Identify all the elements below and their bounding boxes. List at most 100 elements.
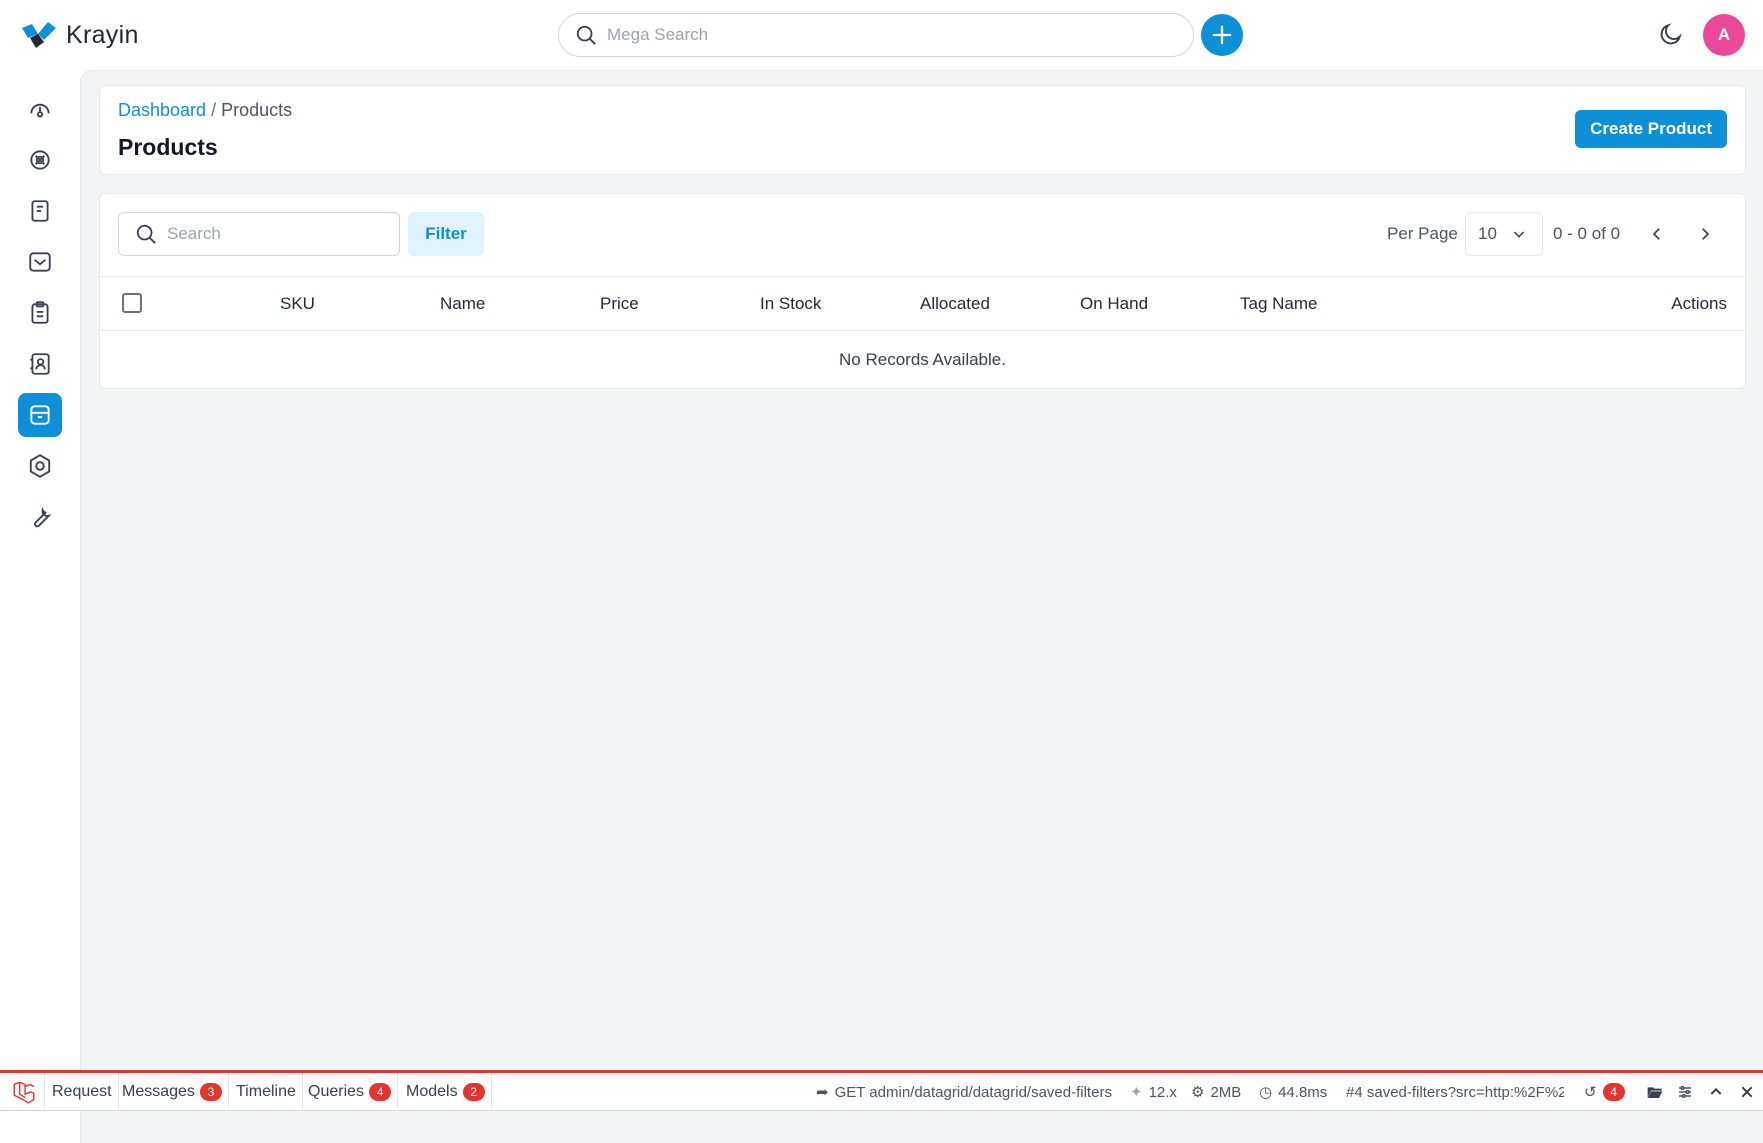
per-page-select[interactable]: 10 — [1465, 212, 1543, 256]
quick-create-button[interactable] — [1201, 14, 1243, 56]
mega-search[interactable] — [558, 13, 1194, 57]
debugbar-history[interactable]: ↺ 4 — [1584, 1073, 1625, 1111]
previous-page-button[interactable] — [1643, 220, 1671, 248]
cogs-icon: ⚙ — [1191, 1084, 1205, 1101]
laravel-icon — [13, 1081, 35, 1104]
close-icon[interactable] — [1738, 1083, 1756, 1101]
folder-open-icon[interactable] — [1646, 1083, 1664, 1101]
debugbar-tab-messages[interactable]: Messages 3 — [116, 1073, 229, 1111]
column-header-allocated[interactable]: Allocated — [920, 294, 990, 314]
column-header-on-hand[interactable]: On Hand — [1080, 294, 1148, 314]
debugbar-tab-label: Models — [406, 1083, 458, 1100]
debugbar-tab-label: Request — [52, 1083, 112, 1100]
sidebar-item-products[interactable] — [18, 393, 62, 437]
breadcrumb-separator: / — [211, 100, 217, 120]
sidebar-item-quotes[interactable] — [18, 189, 62, 233]
quotes-icon — [31, 200, 49, 222]
per-page-value: 10 — [1478, 224, 1497, 243]
column-header-price[interactable]: Price — [600, 294, 639, 314]
products-icon — [30, 405, 50, 425]
breadcrumb-current: Products — [221, 100, 293, 120]
debugbar-route[interactable]: ➦ GET admin/datagrid/datagrid/saved-filt… — [816, 1073, 1112, 1111]
moon-icon — [1660, 23, 1682, 45]
filter-button[interactable]: Filter — [408, 212, 484, 256]
breadcrumb: Dashboard / Products — [118, 100, 292, 121]
search-icon — [576, 25, 596, 45]
memory-text: 2MB — [1210, 1083, 1242, 1101]
per-page-label: Per Page — [1387, 224, 1458, 243]
plus-icon — [1212, 25, 1232, 45]
mega-search-input[interactable] — [607, 25, 1167, 45]
column-header-actions: Actions — [1671, 294, 1727, 313]
app-name: Krayin — [66, 20, 139, 49]
settings-icon — [29, 454, 51, 478]
count-badge: 2 — [462, 1083, 485, 1101]
column-header-name[interactable]: Name — [440, 294, 485, 314]
chevron-up-icon[interactable] — [1707, 1083, 1725, 1101]
select-all-checkbox[interactable] — [122, 293, 142, 313]
debugbar-tab-label: Messages — [122, 1083, 195, 1100]
sidebar-item-mail[interactable] — [18, 240, 62, 284]
debugbar-time: ◷ 44.8ms — [1259, 1073, 1327, 1111]
debugbar-tab-label: Timeline — [236, 1083, 296, 1100]
sidebar-item-activities[interactable] — [18, 291, 62, 335]
main-content: Dashboard / Products Products Create Pro… — [80, 70, 1763, 1070]
debugbar-tab-queries[interactable]: Queries 4 — [302, 1073, 399, 1111]
krayin-logo-icon — [22, 22, 56, 48]
version-text: 12.x — [1148, 1083, 1177, 1101]
activities-icon — [31, 301, 49, 324]
avatar-initial: A — [1717, 25, 1731, 44]
count-badge: 4 — [369, 1083, 392, 1101]
column-header-in-stock[interactable]: In Stock — [760, 294, 821, 314]
share-icon: ➦ — [816, 1084, 829, 1101]
count-badge: 4 — [1602, 1083, 1625, 1101]
next-page-button[interactable] — [1691, 220, 1719, 248]
pagination-range: 0 - 0 of 0 — [1553, 224, 1621, 243]
sidebar-item-configuration[interactable] — [18, 495, 62, 539]
column-header-tag-name[interactable]: Tag Name — [1240, 294, 1317, 314]
wrench-icon — [34, 507, 52, 528]
request-text: #4 saved-filters?src=http:%2F%2 — [1346, 1083, 1564, 1101]
settings-sliders-icon[interactable] — [1676, 1083, 1694, 1101]
top-header: Krayin A — [0, 0, 1763, 70]
debugbar-tab-request[interactable]: Request — [46, 1073, 119, 1111]
chevron-right-icon — [1702, 228, 1710, 240]
debug-bar: Request Messages 3 Timeline Queries 4 Mo… — [0, 1070, 1763, 1111]
datagrid-toolbar: Filter Per Page 10 0 - 0 of 0 — [100, 194, 1745, 276]
debugbar-tab-models[interactable]: Models 2 — [400, 1073, 492, 1111]
sidebar-item-settings[interactable] — [18, 444, 62, 488]
app-logo[interactable]: Krayin — [20, 20, 139, 50]
empty-state-message: No Records Available. — [839, 350, 1006, 369]
count-badge: 3 — [199, 1083, 222, 1101]
page-title: Products — [118, 134, 218, 160]
sidebar-item-contacts[interactable] — [18, 342, 62, 386]
chevron-down-icon — [1513, 231, 1525, 238]
user-avatar[interactable]: A — [1703, 14, 1745, 56]
leads-icon — [30, 150, 50, 170]
sidebar-item-leads[interactable] — [18, 138, 62, 182]
page-header-card: Dashboard / Products Products Create Pro… — [99, 85, 1746, 175]
search-icon — [136, 224, 156, 244]
datagrid-search[interactable] — [118, 212, 400, 256]
debugbar-logo[interactable] — [4, 1073, 45, 1111]
debugbar-request-select[interactable]: #4 saved-filters?src=http:%2F%2 — [1346, 1073, 1564, 1111]
column-header-sku[interactable]: SKU — [280, 294, 315, 314]
sidebar-item-dashboard[interactable] — [18, 87, 62, 131]
dark-mode-toggle[interactable] — [1656, 19, 1686, 49]
sidebar — [0, 70, 80, 1143]
debugbar-memory: ⚙ 2MB — [1191, 1073, 1241, 1111]
create-product-button[interactable]: Create Product — [1575, 110, 1727, 148]
datagrid-search-input[interactable] — [167, 224, 387, 244]
breadcrumb-dashboard-link[interactable]: Dashboard — [118, 100, 206, 120]
history-icon: ↺ — [1584, 1084, 1597, 1101]
debugbar-version: ✦ 12.x — [1130, 1073, 1177, 1111]
debugbar-tab-label: Queries — [308, 1083, 365, 1100]
content-overflow-area — [80, 1111, 1763, 1143]
time-text: 44.8ms — [1278, 1083, 1328, 1101]
debugbar-tab-timeline[interactable]: Timeline — [230, 1073, 303, 1111]
clock-icon: ◷ — [1259, 1084, 1273, 1101]
dashboard-icon — [30, 103, 50, 118]
laravel-small-icon: ✦ — [1130, 1084, 1143, 1101]
route-text: GET admin/datagrid/datagrid/saved-filter… — [834, 1083, 1112, 1101]
chevron-left-icon — [1652, 228, 1660, 240]
